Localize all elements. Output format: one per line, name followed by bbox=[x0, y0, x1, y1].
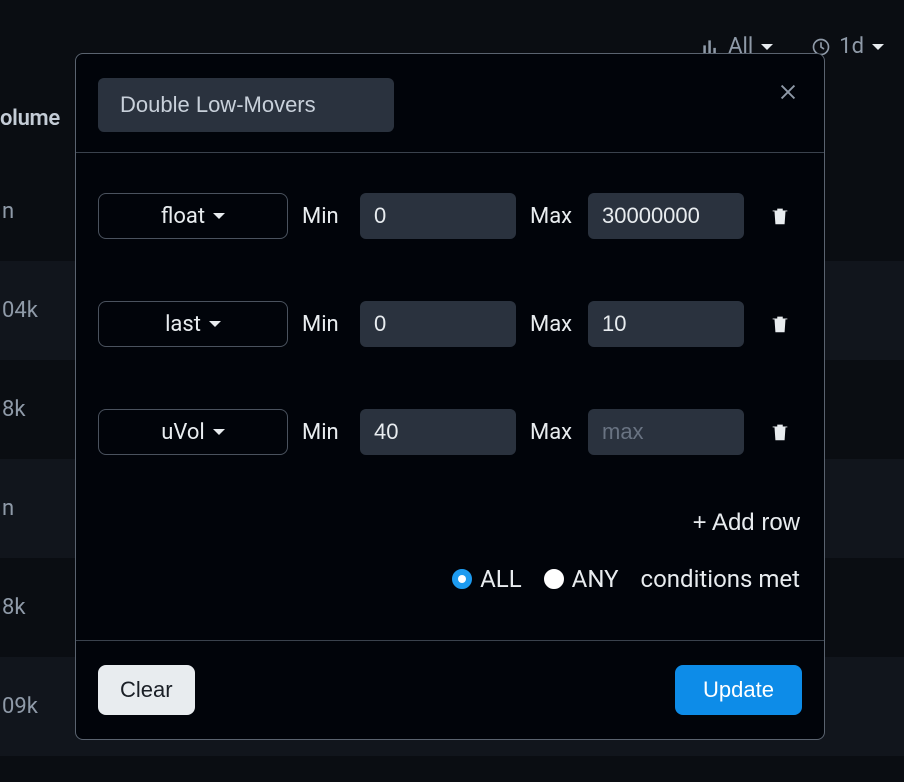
chevron-down-icon bbox=[761, 44, 773, 50]
max-label: Max bbox=[530, 420, 574, 445]
metric-dropdown[interactable]: float bbox=[98, 193, 288, 239]
condition-row: uVol Min Max bbox=[98, 409, 802, 455]
metric-label: uVol bbox=[161, 420, 205, 445]
radio-on-icon bbox=[452, 569, 472, 589]
table-column-header: olume bbox=[0, 106, 60, 131]
metric-dropdown[interactable]: last bbox=[98, 301, 288, 347]
delete-row-button[interactable] bbox=[766, 202, 794, 230]
modal-header bbox=[76, 54, 824, 153]
min-label: Min bbox=[302, 420, 346, 445]
min-input[interactable] bbox=[360, 409, 516, 455]
trash-icon bbox=[769, 421, 791, 443]
update-button[interactable]: Update bbox=[675, 665, 802, 715]
modal-body: float Min Max last Min Max bbox=[76, 153, 824, 640]
condition-row: float Min Max bbox=[98, 193, 802, 239]
mode-any-radio[interactable]: ANY bbox=[544, 565, 619, 593]
max-label: Max bbox=[530, 312, 574, 337]
chevron-down-icon bbox=[209, 321, 221, 327]
delete-row-button[interactable] bbox=[766, 418, 794, 446]
trash-icon bbox=[769, 205, 791, 227]
close-icon bbox=[777, 81, 799, 103]
min-label: Min bbox=[302, 312, 346, 337]
mode-all-label: ALL bbox=[480, 565, 522, 593]
delete-row-button[interactable] bbox=[766, 310, 794, 338]
filter-modal: float Min Max last Min Max bbox=[75, 53, 825, 740]
min-label: Min bbox=[302, 204, 346, 229]
max-input[interactable] bbox=[588, 301, 744, 347]
radio-off-icon bbox=[544, 569, 564, 589]
clear-button[interactable]: Clear bbox=[98, 665, 195, 715]
chevron-down-icon bbox=[213, 429, 225, 435]
max-input[interactable] bbox=[588, 409, 744, 455]
mode-suffix-text: conditions met bbox=[641, 565, 800, 593]
chevron-down-icon bbox=[213, 213, 225, 219]
close-button[interactable] bbox=[774, 78, 802, 106]
metric-label: last bbox=[165, 312, 201, 337]
filter-name-input[interactable] bbox=[98, 78, 394, 132]
metric-dropdown[interactable]: uVol bbox=[98, 409, 288, 455]
mode-any-label: ANY bbox=[572, 565, 619, 593]
add-row-line: + Add row bbox=[98, 509, 802, 537]
mode-all-radio[interactable]: ALL bbox=[452, 565, 522, 593]
metric-label: float bbox=[161, 204, 205, 229]
max-label: Max bbox=[530, 204, 574, 229]
modal-footer: Clear Update bbox=[76, 640, 824, 739]
trash-icon bbox=[769, 313, 791, 335]
add-row-button[interactable]: + Add row bbox=[693, 509, 800, 537]
min-input[interactable] bbox=[360, 193, 516, 239]
chevron-down-icon bbox=[872, 44, 884, 50]
timeframe-label: 1d bbox=[839, 34, 864, 59]
condition-mode-line: ALL ANY conditions met bbox=[98, 565, 802, 593]
condition-row: last Min Max bbox=[98, 301, 802, 347]
min-input[interactable] bbox=[360, 301, 516, 347]
max-input[interactable] bbox=[588, 193, 744, 239]
